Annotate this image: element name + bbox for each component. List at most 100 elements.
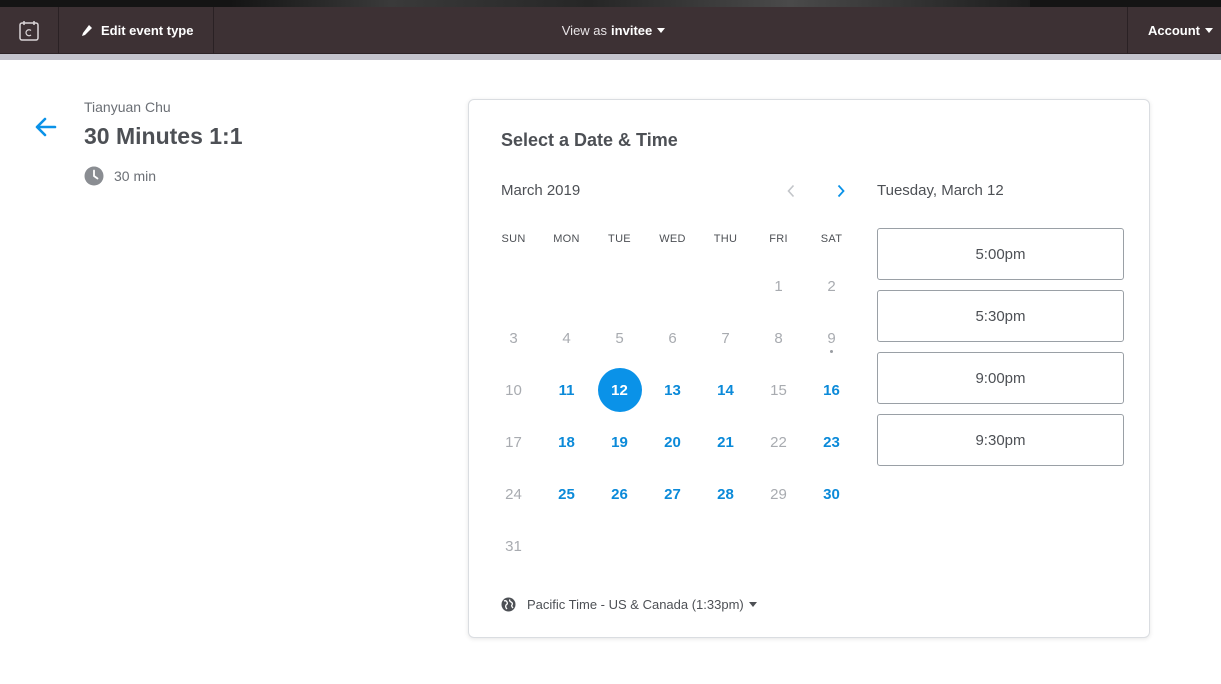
- calendar-day-disabled: 7: [699, 312, 752, 364]
- calendar-day-disabled: 8: [752, 312, 805, 364]
- weekday-wed: WED: [659, 233, 686, 245]
- calendar-day-disabled: 24: [487, 468, 540, 520]
- calendar-empty-cell: [540, 260, 593, 312]
- calendar-day-available[interactable]: 21: [699, 416, 752, 468]
- caret-down-icon: [657, 28, 666, 33]
- calendar-day-available[interactable]: 27: [646, 468, 699, 520]
- organizer-name: Tianyuan Chu: [84, 99, 171, 115]
- day-label: 24: [505, 485, 522, 503]
- view-as-value: invitee: [611, 23, 653, 38]
- event-title: 30 Minutes 1:1: [84, 123, 243, 149]
- calendar-day-available[interactable]: 19: [593, 416, 646, 468]
- calendar-day-disabled: 6: [646, 312, 699, 364]
- top-strip: [0, 0, 1221, 7]
- caret-down-icon: [748, 602, 757, 607]
- account-label: Account: [1148, 23, 1200, 38]
- day-label: 6: [668, 329, 677, 347]
- time-slot-button[interactable]: 5:30pm: [877, 290, 1124, 342]
- calendar-day-available[interactable]: 28: [699, 468, 752, 520]
- chevron-right-icon: [837, 184, 845, 198]
- pencil-icon: [82, 25, 92, 36]
- weekday-sun: SUN: [501, 233, 526, 245]
- view-as-dropdown[interactable]: View as invitee: [561, 23, 666, 38]
- next-month-button[interactable]: [829, 180, 853, 202]
- day-label: 2: [827, 277, 836, 295]
- day-label: 15: [770, 381, 787, 399]
- view-as-prefix: View as: [561, 23, 608, 38]
- day-label: 7: [721, 329, 730, 347]
- calendar-empty-cell: [699, 260, 752, 312]
- calendar-day-selected[interactable]: 12: [593, 364, 646, 416]
- calendar-day-disabled: 15: [752, 364, 805, 416]
- previous-month-button[interactable]: [779, 180, 803, 202]
- calendar-day-available[interactable]: 16: [805, 364, 858, 416]
- calendar-day-disabled: 29: [752, 468, 805, 520]
- edit-event-type-button[interactable]: Edit event type: [59, 7, 214, 54]
- day-label: 4: [562, 329, 571, 347]
- weekday-fri: FRI: [769, 233, 788, 245]
- weekday-header: SUN MON TUE WED THU FRI SAT: [487, 233, 859, 245]
- day-label: 14: [717, 381, 734, 399]
- weekday-sat: SAT: [820, 233, 843, 245]
- clock-icon: [84, 166, 104, 186]
- day-label: 20: [664, 433, 681, 451]
- calendar-day-available[interactable]: 30: [805, 468, 858, 520]
- day-label: 25: [558, 485, 575, 503]
- day-label: 17: [505, 433, 522, 451]
- calendar-day-available[interactable]: 14: [699, 364, 752, 416]
- calendar-day-available[interactable]: 20: [646, 416, 699, 468]
- day-label: 27: [664, 485, 681, 503]
- calendar-day-disabled: 5: [593, 312, 646, 364]
- day-label: 19: [611, 433, 628, 451]
- day-label: 13: [664, 381, 681, 399]
- day-label: 3: [509, 329, 518, 347]
- calendar-empty-cell: [487, 260, 540, 312]
- calendar-logo-button[interactable]: [0, 7, 59, 54]
- calendar-icon: [19, 20, 39, 41]
- day-label: 30: [823, 485, 840, 503]
- day-label: 8: [774, 329, 783, 347]
- duration-label: 30 min: [114, 168, 157, 184]
- calendar-empty-cell: [646, 260, 699, 312]
- timezone-dropdown[interactable]: Pacific Time - US & Canada (1:33pm): [501, 597, 757, 612]
- back-button[interactable]: [33, 115, 59, 139]
- calendar-day-disabled: 22: [752, 416, 805, 468]
- calendar-day-available[interactable]: 23: [805, 416, 858, 468]
- calendar-day-grid: 1 2 3 4 5 6 7 8 9 10 11 12 13 14 15 16 17 18 19 20 21 22 23 24 2…: [487, 260, 859, 572]
- time-slot-button[interactable]: 9:00pm: [877, 352, 1124, 404]
- scheduling-card: Select a Date & Time March 2019 SUN MON …: [468, 99, 1150, 638]
- top-navbar: Edit event type View as invitee Account: [0, 7, 1221, 54]
- day-label: 1: [774, 277, 783, 295]
- calendar-day-available[interactable]: 26: [593, 468, 646, 520]
- calendar-day-available[interactable]: 13: [646, 364, 699, 416]
- navbar-underline: [0, 54, 1221, 60]
- time-slot-button[interactable]: 9:30pm: [877, 414, 1124, 466]
- weekday-mon: MON: [553, 233, 580, 245]
- day-label: 29: [770, 485, 787, 503]
- day-label: 28: [717, 485, 734, 503]
- calendar-day-available[interactable]: 11: [540, 364, 593, 416]
- event-duration: 30 min: [84, 166, 156, 186]
- time-slot-button[interactable]: 5:00pm: [877, 228, 1124, 280]
- calendar-day-available[interactable]: 25: [540, 468, 593, 520]
- today-indicator-dot: [830, 350, 833, 353]
- account-dropdown[interactable]: Account: [1127, 7, 1221, 54]
- arrow-left-icon: [35, 117, 57, 137]
- chevron-left-icon: [787, 184, 795, 198]
- calendar-day-disabled: 4: [540, 312, 593, 364]
- month-label: March 2019: [501, 182, 581, 199]
- calendar-day-disabled: 1: [752, 260, 805, 312]
- top-strip-gradient: [230, 0, 1030, 7]
- calendar-day-available[interactable]: 18: [540, 416, 593, 468]
- day-label: 5: [615, 329, 624, 347]
- calendar-day-disabled: 3: [487, 312, 540, 364]
- globe-icon: [501, 597, 516, 612]
- day-label: 21: [717, 433, 734, 451]
- calendar-day-disabled: 31: [487, 520, 540, 572]
- calendar-day-disabled: 2: [805, 260, 858, 312]
- day-label: 16: [823, 381, 840, 399]
- select-date-time-heading: Select a Date & Time: [501, 130, 678, 150]
- calendar-day-disabled: 10: [487, 364, 540, 416]
- weekday-tue: TUE: [608, 233, 631, 245]
- day-label: 11: [558, 381, 575, 399]
